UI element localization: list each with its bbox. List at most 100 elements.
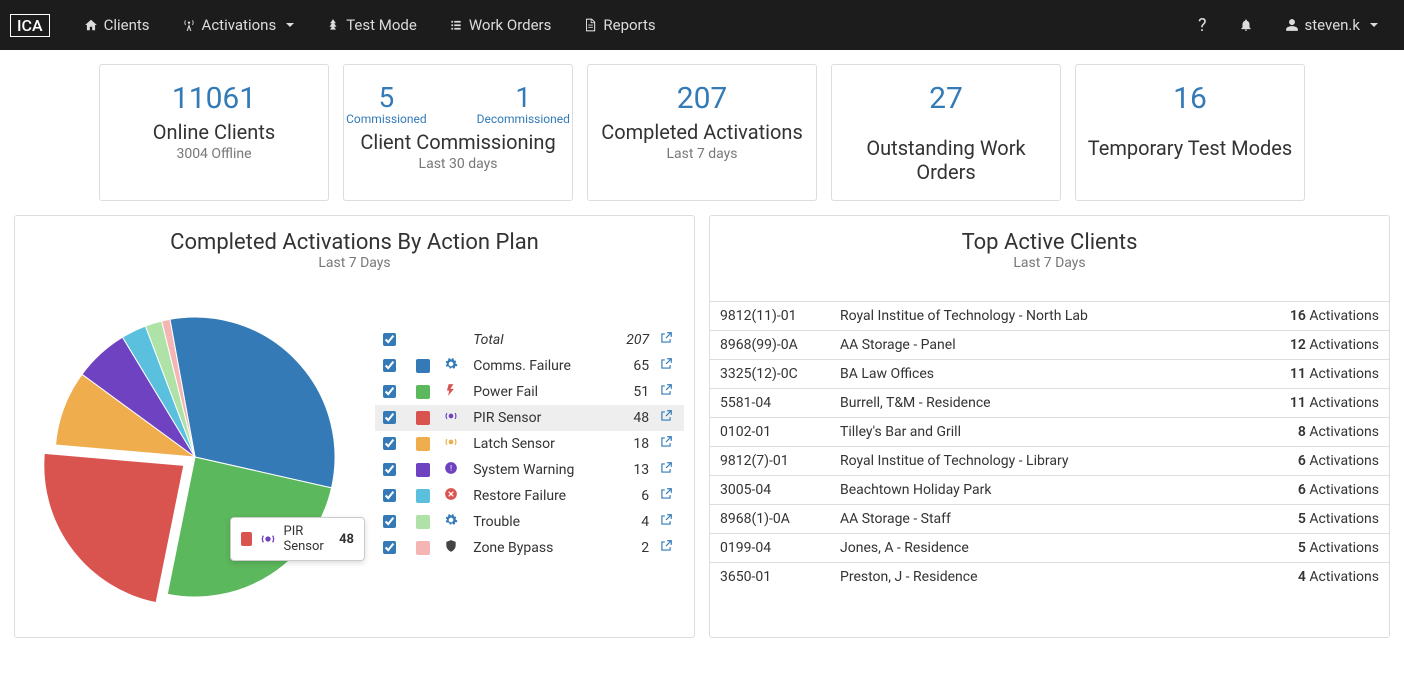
decommissioned-value: 1 <box>477 81 570 114</box>
client-code: 8968(1)-0A <box>710 505 830 534</box>
open-icon[interactable] <box>659 437 673 453</box>
svg-text:!: ! <box>450 463 452 473</box>
legend-swatch <box>416 489 430 503</box>
plan-icon <box>444 489 458 505</box>
legend-row[interactable]: Zone Bypass2 <box>375 535 684 561</box>
panel-title: Completed Activations By Action Plan <box>15 230 694 255</box>
nav-item-activations[interactable]: Activations <box>166 2 311 48</box>
client-row[interactable]: 8968(99)-0AAA Storage - Panel12 Activati… <box>710 331 1389 360</box>
open-icon[interactable] <box>659 359 673 375</box>
panel-top-clients: Top Active Clients Last 7 Days 9812(11)-… <box>709 215 1390 638</box>
caret-down-icon <box>286 23 294 27</box>
pie-slice[interactable] <box>44 453 184 602</box>
legend-total-label: Total <box>469 327 612 353</box>
nav-item-test-mode[interactable]: Test Mode <box>310 2 433 48</box>
legend-row[interactable]: Power Fail51 <box>375 379 684 405</box>
card-title: Completed Activations <box>598 120 806 144</box>
card-value: 27 <box>842 81 1050 116</box>
legend-checkbox[interactable] <box>383 359 396 372</box>
nav-item-clients[interactable]: Clients <box>68 2 166 48</box>
brand-logo[interactable]: ICA <box>10 14 50 37</box>
client-count: 11 Activations <box>1227 389 1389 418</box>
legend-checkbox[interactable] <box>383 463 396 476</box>
pie-chart-area: PIR Sensor 48 <box>35 287 365 617</box>
client-row[interactable]: 0102-01Tilley's Bar and Grill8 Activatio… <box>710 418 1389 447</box>
panel-title: Top Active Clients <box>710 230 1389 255</box>
open-icon[interactable] <box>659 411 673 427</box>
card-test-modes[interactable]: 16 Temporary Test Modes <box>1075 64 1305 201</box>
legend-checkbox[interactable] <box>383 489 396 502</box>
client-count: 11 Activations <box>1227 360 1389 389</box>
client-count: 12 Activations <box>1227 331 1389 360</box>
client-count: 6 Activations <box>1227 447 1389 476</box>
open-icon[interactable] <box>659 463 673 479</box>
navbar: ICA Clients Activations Test Mode Work Orde… <box>0 0 1404 50</box>
open-icon[interactable] <box>659 541 673 557</box>
client-name: Royal Institue of Technology - Library <box>830 447 1227 476</box>
client-name: Tilley's Bar and Grill <box>830 418 1227 447</box>
client-code: 8968(99)-0A <box>710 331 830 360</box>
legend-checkbox[interactable] <box>383 385 396 398</box>
legend-value: 4 <box>612 509 655 535</box>
client-row[interactable]: 9812(7)-01Royal Institue of Technology -… <box>710 447 1389 476</box>
client-name: AA Storage - Panel <box>830 331 1227 360</box>
open-icon[interactable] <box>659 333 673 349</box>
legend-swatch <box>416 359 430 373</box>
legend-checkbox[interactable] <box>383 515 396 528</box>
help-icon[interactable]: ? <box>1182 1 1223 50</box>
client-row[interactable]: 8968(1)-0AAA Storage - Staff5 Activation… <box>710 505 1389 534</box>
nav-label: Reports <box>603 16 655 34</box>
legend-row[interactable]: Latch Sensor18 <box>375 431 684 457</box>
card-client-commissioning[interactable]: 5 Commissioned 1 Decommissioned Client C… <box>343 64 573 201</box>
legend-checkbox[interactable] <box>383 411 396 424</box>
client-name: Royal Institue of Technology - North Lab <box>830 302 1227 331</box>
pie-chart[interactable] <box>35 287 365 617</box>
client-row[interactable]: 3650-01Preston, J - Residence4 Activatio… <box>710 563 1389 592</box>
top-clients-table: 9812(11)-01Royal Institue of Technology … <box>710 301 1389 591</box>
card-online-clients[interactable]: 11061 Online Clients 3004 Offline <box>99 64 329 201</box>
nav-label: Work Orders <box>469 16 552 34</box>
legend-label: Comms. Failure <box>469 353 612 379</box>
legend-label: Zone Bypass <box>469 535 612 561</box>
legend-row[interactable]: !System Warning13 <box>375 457 684 483</box>
open-icon[interactable] <box>659 385 673 401</box>
client-row[interactable]: 3005-04Beachtown Holiday Park6 Activatio… <box>710 476 1389 505</box>
tooltip-label: PIR Sensor <box>284 524 332 554</box>
bell-icon[interactable] <box>1223 4 1269 46</box>
plan-icon <box>444 385 458 401</box>
card-work-orders[interactable]: 27 Outstanding Work Orders <box>831 64 1061 201</box>
client-row[interactable]: 5581-04Burrell, T&M - Residence11 Activa… <box>710 389 1389 418</box>
legend-row[interactable]: Trouble4 <box>375 509 684 535</box>
client-row[interactable]: 0199-04Jones, A - Residence5 Activations <box>710 534 1389 563</box>
client-row[interactable]: 3325(12)-0CBA Law Offices11 Activations <box>710 360 1389 389</box>
legend-row[interactable]: PIR Sensor48 <box>375 405 684 431</box>
card-title: Temporary Test Modes <box>1086 136 1294 160</box>
nav-label: Test Mode <box>346 16 417 34</box>
legend-swatch <box>416 463 430 477</box>
legend-label: Power Fail <box>469 379 612 405</box>
card-value: 16 <box>1086 81 1294 116</box>
nav-item-reports[interactable]: Reports <box>567 2 671 48</box>
open-icon[interactable] <box>659 489 673 505</box>
legend-checkbox[interactable] <box>383 541 396 554</box>
card-sub: 3004 Offline <box>110 146 318 162</box>
legend-row[interactable]: Restore Failure6 <box>375 483 684 509</box>
nav-item-work-orders[interactable]: Work Orders <box>433 2 568 48</box>
card-completed-activations[interactable]: 207 Completed Activations Last 7 days <box>587 64 817 201</box>
chart-tooltip: PIR Sensor 48 <box>230 517 365 561</box>
legend-swatch <box>416 515 430 529</box>
client-count: 4 Activations <box>1227 563 1389 592</box>
legend-row[interactable]: Comms. Failure65 <box>375 353 684 379</box>
open-icon[interactable] <box>659 515 673 531</box>
user-menu[interactable]: steven.k <box>1269 2 1394 48</box>
plan-icon <box>444 411 458 427</box>
legend-checkbox[interactable] <box>383 437 396 450</box>
legend-value: 6 <box>612 483 655 509</box>
legend-value: 18 <box>612 431 655 457</box>
legend-checkbox-all[interactable] <box>383 333 396 346</box>
legend-label: System Warning <box>469 457 612 483</box>
client-row[interactable]: 9812(11)-01Royal Institue of Technology … <box>710 302 1389 331</box>
client-code: 0102-01 <box>710 418 830 447</box>
nav-label: Activations <box>202 16 277 34</box>
legend-swatch <box>416 385 430 399</box>
